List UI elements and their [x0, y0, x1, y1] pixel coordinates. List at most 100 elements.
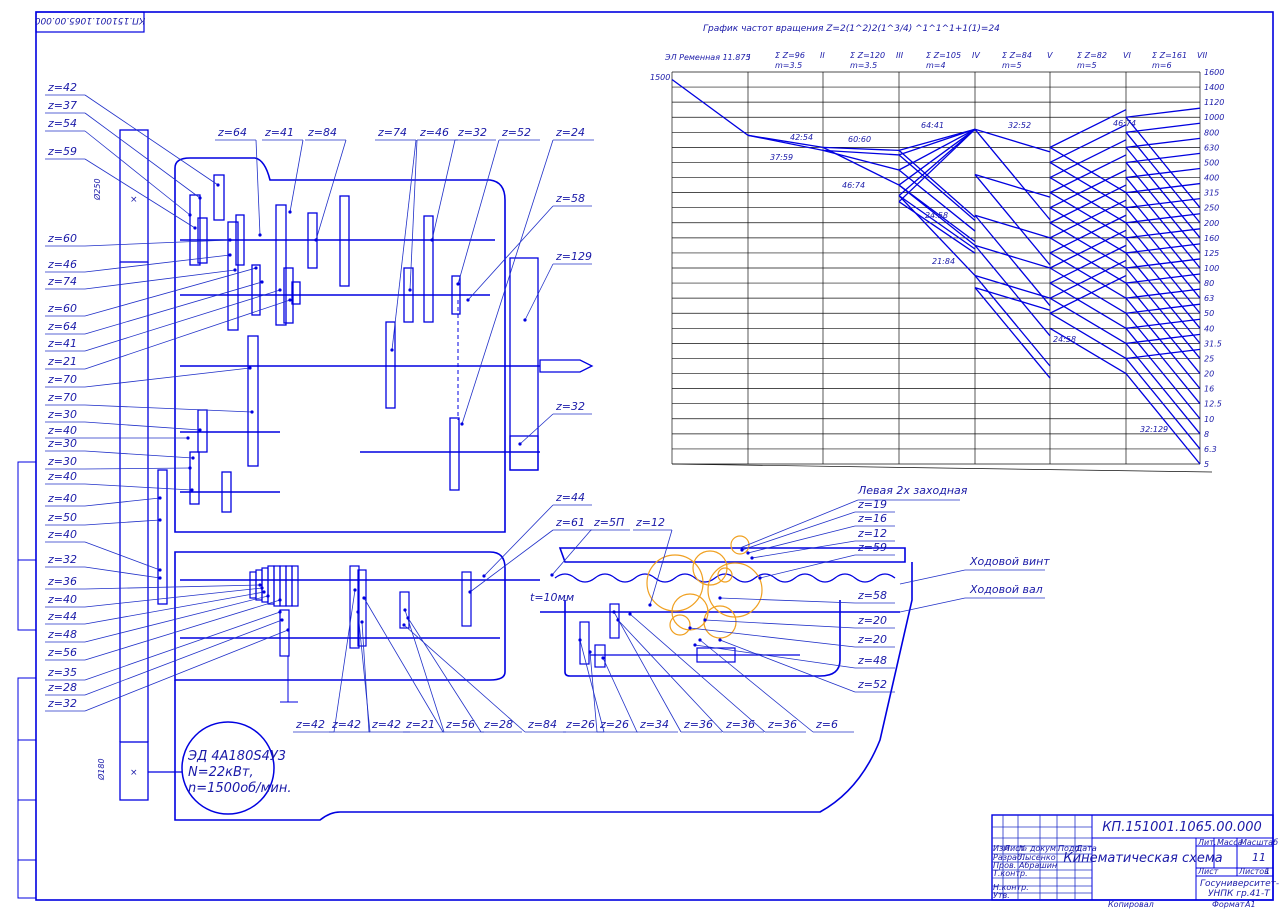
ray-33 [1049, 109, 1127, 148]
apron-gear-label-0-dot [740, 548, 744, 552]
left-gear-label-3-dot [193, 226, 197, 230]
left-gear-label-26: z=56 [47, 646, 77, 659]
ray-21 [974, 128, 1051, 153]
left-gear-label-13-dot [198, 428, 202, 432]
apron-gear-label-1-dot [746, 551, 750, 555]
apron-gear-label-8-leader [719, 639, 856, 693]
left-gear-label-18: z=40 [47, 492, 77, 505]
shaft-module-1: m=3.5 [850, 61, 877, 70]
left-gear-label-21-leader [84, 566, 161, 579]
bottom-gear-label-13: z=6 [815, 718, 838, 731]
left-gear-label-28: z=28 [47, 681, 77, 694]
left-gear-label-9-leader [84, 289, 281, 352]
left-gear-label-12-leader [84, 404, 253, 413]
left-gear-label-17-leader [84, 483, 193, 491]
shaft-roman-5: VII [1197, 51, 1208, 60]
chart-speed-labels: 1600 1400 1120 1000 800 630 500 400 315 250 200 160… [1204, 68, 1224, 469]
shaft-sum-2: Σ Z=105 [926, 51, 961, 60]
left-gear-label-25-dot [266, 594, 270, 598]
ratio-10: 24:58 [1053, 335, 1076, 344]
left-gear-label-27: z=35 [47, 666, 77, 679]
bottom-gear-label-4: z=56 [445, 718, 475, 731]
speed-label-9: 250 [1204, 204, 1219, 213]
speed-label-18: 31.5 [1204, 339, 1222, 348]
chart-tail-line [671, 463, 1213, 473]
speed-chart: График частот вращения Z=2(1^2)2(1^3/4) … [650, 24, 1224, 473]
pulley-diameter-top: Ø250 [92, 178, 102, 201]
ray-61 [1125, 137, 1201, 149]
left-gear-label-5: z=46 [47, 258, 77, 271]
left-gear-label-21-dot [158, 576, 162, 580]
top-gear-label-4-dot [408, 288, 412, 292]
left-gear-label-12: z=70 [47, 391, 77, 404]
left-gear-label-24: z=44 [47, 610, 77, 623]
ratio-3: 60:60 [848, 135, 871, 144]
left-gear-label-9-dot [278, 288, 282, 292]
pulley-diameter-bottom: Ø180 [96, 758, 106, 781]
ray-49 [1049, 229, 1127, 269]
left-gear-label-20-leader [84, 541, 161, 571]
apron-gear-label-8: z=52 [857, 678, 887, 691]
top-gear-label-4: z=46 [419, 126, 449, 139]
left-gear-label-7: z=60 [47, 302, 77, 315]
top-gear-label-1-dot [288, 210, 292, 214]
left-gear-label-10-dot [288, 298, 292, 302]
ray-53 [1049, 259, 1127, 299]
shaft-roman-3: V [1047, 51, 1053, 60]
right-gear-label-6: z=12 [635, 516, 665, 529]
left-gear-label-29: z=32 [47, 697, 77, 710]
right-gear-label-5: z=5П [593, 516, 624, 529]
left-gear-label-2: z=54 [47, 117, 77, 130]
left-strip [17, 461, 37, 899]
right-gear-label-6-leader [649, 529, 673, 606]
chart-transmission-rays [671, 79, 1201, 465]
bottom-gear-label-4-dot [362, 596, 366, 600]
left-gear-label-4: z=60 [47, 232, 77, 245]
left-gear-label-15-dot [191, 456, 195, 460]
bottom-gear-label-13-dot [698, 638, 702, 642]
apron-gear-label-4-leader [719, 597, 856, 604]
pitch-label: t=10мм [530, 591, 574, 604]
bottom-gear-label-0: z=42 [295, 718, 325, 731]
ray-18 [898, 201, 976, 254]
left-gear-label-13-leader [84, 421, 201, 431]
ratio-7: 46:74 [1113, 119, 1136, 128]
speed-label-19: 25 [1204, 354, 1214, 363]
apron-gear-label-6-dot [688, 626, 692, 630]
left-gear-label-28-leader [84, 619, 283, 696]
right-gear-label-5-dot [550, 573, 554, 577]
left-gear-label-27-dot [278, 610, 282, 614]
ray-39 [1049, 154, 1127, 194]
ray-30 [974, 275, 1051, 367]
shaft-module-3: m=5 [1002, 61, 1022, 70]
gear-callouts: z=42 z=37 z=54 z=59 z=60 z=46 z=74 z=60 z=64 z=41… [45, 81, 895, 733]
top-gear-label-3: z=74 [377, 126, 407, 139]
left-gear-label-17: z=40 [47, 470, 77, 483]
ray-9 [898, 128, 976, 156]
ray-69 [1125, 198, 1201, 209]
ray-0 [671, 79, 749, 136]
bottom-gear-label-4-leader [363, 597, 444, 733]
left-gear-label-12-dot [250, 410, 254, 414]
speed-label-7: 400 [1204, 174, 1219, 183]
top-gear-label-5-dot [430, 238, 434, 242]
bottom-gear-label-10-dot [612, 610, 616, 614]
apron-gear-label-6: z=20 [857, 633, 887, 646]
left-gear-label-5-leader [84, 254, 231, 273]
tb-format-val: A1 [1244, 900, 1256, 909]
bottom-gear-label-12-leader [629, 613, 766, 733]
speed-label-16: 50 [1204, 309, 1214, 318]
speed-label-12: 125 [1204, 249, 1219, 258]
bottom-gear-label-2-dot [360, 620, 364, 624]
ray-47 [1049, 214, 1127, 254]
left-gear-label-0-dot [216, 183, 220, 187]
speed-label-4: 800 [1204, 128, 1219, 137]
apron-gear-label-5-leader [704, 619, 856, 629]
chart-title: График частот вращения Z=2(1^2)2(1^3/4) … [703, 24, 1000, 34]
bottom-gear-label-3-dot [403, 608, 407, 612]
tb-copied: Копировал [1108, 900, 1154, 909]
shaft-sum-5: Σ Z=161 [1152, 51, 1187, 60]
speed-label-1: 1400 [1204, 83, 1224, 92]
left-gear-label-8-dot [260, 280, 264, 284]
shaft-module-5: m=6 [1152, 61, 1172, 70]
